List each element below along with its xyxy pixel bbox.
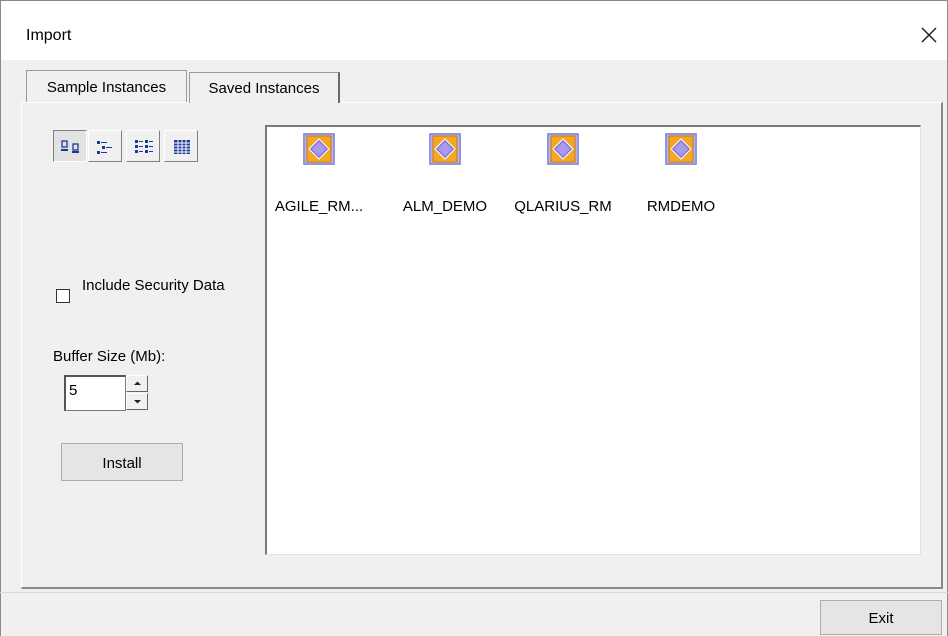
- footer-divider: [0, 592, 948, 593]
- small-icons-view-icon: [97, 141, 112, 154]
- instance-item[interactable]: RMDEMO: [623, 133, 739, 215]
- include-security-label: Include Security Data: [82, 277, 225, 294]
- large-icons-view-button[interactable]: [53, 130, 87, 162]
- database-instance-icon: [429, 133, 461, 165]
- instance-item[interactable]: ALM_DEMO: [387, 133, 503, 215]
- instances-list-view[interactable]: AGILE_RM... ALM_DEMO QLARIUS_RM RMDEMO: [265, 125, 921, 555]
- buffer-size-input[interactable]: 5: [64, 375, 126, 411]
- small-icons-view-button[interactable]: [88, 130, 122, 162]
- window-border: [0, 0, 948, 1]
- instance-label: AGILE_RM...: [274, 198, 364, 215]
- instance-item[interactable]: QLARIUS_RM: [505, 133, 621, 215]
- window-title: Import: [26, 27, 72, 44]
- install-button[interactable]: Install: [61, 443, 183, 481]
- tab-saved-instances[interactable]: Saved Instances: [189, 72, 340, 103]
- chevron-down-icon: [134, 400, 141, 404]
- instance-item[interactable]: AGILE_RM...: [261, 133, 377, 215]
- large-icons-view-icon: [61, 140, 79, 153]
- instance-label: RMDEMO: [646, 198, 716, 215]
- include-security-checkbox[interactable]: [56, 289, 70, 303]
- database-instance-icon: [547, 133, 579, 165]
- details-view-icon: [174, 140, 190, 154]
- database-instance-icon: [665, 133, 697, 165]
- buffer-size-decrement-button[interactable]: [126, 393, 148, 410]
- tab-sample-instances[interactable]: Sample Instances: [26, 70, 187, 102]
- buffer-size-label: Buffer Size (Mb):: [53, 348, 166, 365]
- buffer-size-increment-button[interactable]: [126, 375, 148, 392]
- list-view-button[interactable]: [126, 130, 160, 162]
- window-border: [0, 0, 1, 636]
- instance-label: QLARIUS_RM: [514, 198, 612, 215]
- list-view-icon: [135, 140, 153, 153]
- details-view-button[interactable]: [164, 130, 198, 162]
- instance-label: ALM_DEMO: [402, 198, 488, 215]
- database-instance-icon: [303, 133, 335, 165]
- title-bar: [0, 0, 948, 60]
- chevron-up-icon: [134, 381, 141, 385]
- exit-button[interactable]: Exit: [820, 600, 942, 635]
- close-icon[interactable]: [916, 22, 942, 48]
